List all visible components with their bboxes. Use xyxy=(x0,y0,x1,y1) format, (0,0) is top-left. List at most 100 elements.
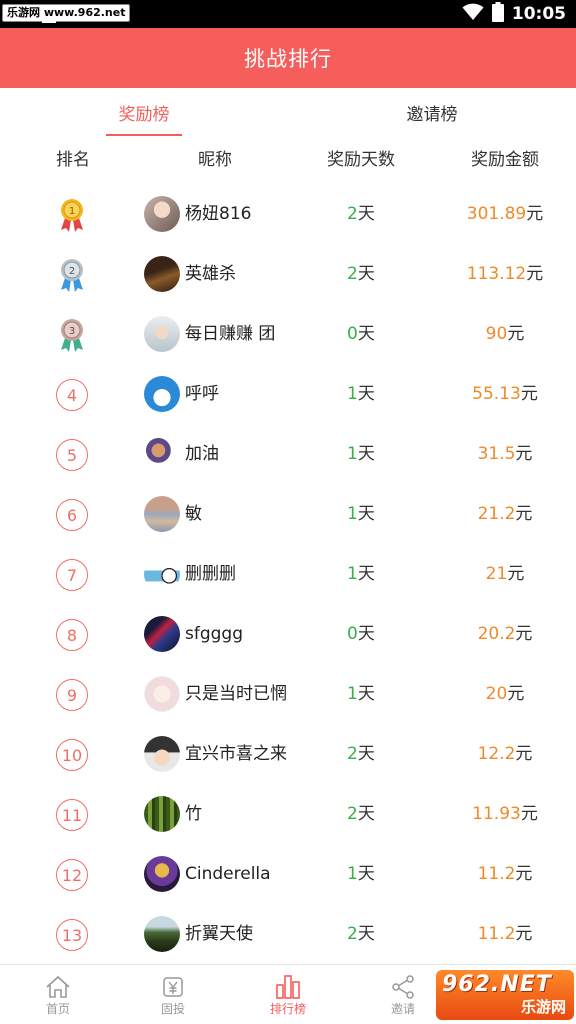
nickname: 删删删 xyxy=(185,564,236,584)
table-row[interactable]: 9 只是当时已惘 1天 20元 xyxy=(0,664,576,724)
table-header: 排名 昵称 奖励天数 奖励金额 xyxy=(0,136,576,184)
reward-amount: 11.2元 xyxy=(477,864,533,884)
nav-invite-label: 邀请 xyxy=(390,1001,415,1016)
reward-days: 2天 xyxy=(347,924,375,944)
watermark-logo: 962.NET 乐游网 xyxy=(436,970,574,1020)
reward-amount: 31.5元 xyxy=(477,444,533,464)
reward-days: 1天 xyxy=(347,564,375,584)
avatar xyxy=(144,256,180,292)
medal-rank-text: 3 xyxy=(69,326,75,337)
table-row[interactable]: 1 杨妞816 2天 301.89元 xyxy=(0,184,576,244)
status-indicator xyxy=(42,21,56,23)
table-row[interactable]: 13 折翼天使 2天 11.2元 xyxy=(0,904,576,964)
yen-icon xyxy=(161,974,185,1000)
medal-rank-text: 2 xyxy=(69,266,75,277)
nickname: 敏 xyxy=(185,504,202,524)
medal-rank-text: 1 xyxy=(69,206,75,217)
reward-amount: 113.12元 xyxy=(466,264,544,284)
avatar xyxy=(144,676,180,712)
avatar xyxy=(144,916,180,952)
reward-amount: 11.93元 xyxy=(472,804,538,824)
nickname: 杨妞816 xyxy=(185,204,252,224)
avatar xyxy=(144,856,180,892)
nav-invite[interactable]: 邀请 xyxy=(363,965,443,1024)
column-header-days: 奖励天数 xyxy=(327,150,395,170)
nickname: 折翼天使 xyxy=(185,924,253,944)
rank-badge: 13 xyxy=(52,918,92,952)
reward-amount: 301.89元 xyxy=(466,204,544,224)
page-title: 挑战排行 xyxy=(244,47,332,71)
tab-bar: 奖励榜 邀请榜 xyxy=(0,88,576,136)
nav-home-label: 首页 xyxy=(45,1001,70,1016)
rank-badge: 6 xyxy=(52,498,92,532)
nickname: 呼呼 xyxy=(185,384,219,404)
reward-days: 1天 xyxy=(347,504,375,524)
nav-ranking[interactable]: 排行榜 xyxy=(248,965,328,1024)
nickname: 加油 xyxy=(185,444,219,464)
avatar xyxy=(144,496,180,532)
avatar xyxy=(144,436,180,472)
nickname: 竹 xyxy=(185,804,202,824)
rank-badge: 11 xyxy=(52,798,92,832)
nickname: 宜兴市喜之来 xyxy=(185,744,287,764)
column-header-rank: 排名 xyxy=(56,150,90,170)
reward-amount: 12.2元 xyxy=(477,744,533,764)
table-row[interactable]: 8 sfgggg 0天 20.2元 xyxy=(0,604,576,664)
silver-medal-icon: 2 xyxy=(52,258,92,292)
avatar xyxy=(144,556,180,592)
reward-amount: 20元 xyxy=(485,684,525,704)
share-icon xyxy=(390,974,416,1000)
nav-home[interactable]: 首页 xyxy=(18,965,98,1024)
status-icons: 10:05 xyxy=(462,0,566,28)
column-header-amount: 奖励金额 xyxy=(471,150,539,170)
table-row[interactable]: 3 每日赚赚 团 0天 90元 xyxy=(0,304,576,364)
table-row[interactable]: 11 竹 2天 11.93元 xyxy=(0,784,576,844)
nickname: 只是当时已惘 xyxy=(185,684,287,704)
table-row[interactable]: 5 加油 1天 31.5元 xyxy=(0,424,576,484)
gold-medal-icon: 1 xyxy=(52,198,92,232)
home-icon xyxy=(45,974,71,1000)
rank-badge: 12 xyxy=(52,858,92,892)
reward-days: 1天 xyxy=(347,444,375,464)
nav-invest-label: 固投 xyxy=(160,1001,185,1016)
wifi-icon xyxy=(462,3,484,25)
table-row[interactable]: 6 敏 1天 21.2元 xyxy=(0,484,576,544)
reward-amount: 20.2元 xyxy=(477,624,533,644)
reward-days: 2天 xyxy=(347,204,375,224)
rank-badge: 9 xyxy=(52,678,92,712)
app-header: 挑战排行 xyxy=(0,28,576,88)
table-row[interactable]: 2 英雄杀 2天 113.12元 xyxy=(0,244,576,304)
avatar xyxy=(144,616,180,652)
reward-amount: 55.13元 xyxy=(472,384,538,404)
table-row[interactable]: 10 宜兴市喜之来 2天 12.2元 xyxy=(0,724,576,784)
avatar xyxy=(144,796,180,832)
tab-reward-ranking[interactable]: 奖励榜 xyxy=(64,88,224,136)
avatar xyxy=(144,316,180,352)
nav-ranking-label: 排行榜 xyxy=(269,1001,306,1016)
reward-amount: 11.2元 xyxy=(477,924,533,944)
rank-badge: 10 xyxy=(52,738,92,772)
table-row[interactable]: 4 呼呼 1天 55.13元 xyxy=(0,364,576,424)
reward-amount: 90元 xyxy=(485,324,525,344)
battery-icon xyxy=(491,2,504,26)
column-header-nickname: 昵称 xyxy=(198,150,232,170)
table-row[interactable]: 7 删删删 1天 21元 xyxy=(0,544,576,604)
reward-amount: 21.2元 xyxy=(477,504,533,524)
rank-badge: 8 xyxy=(52,618,92,652)
rank-badge: 7 xyxy=(52,558,92,592)
avatar xyxy=(144,736,180,772)
bar-chart-icon xyxy=(274,974,302,1000)
avatar xyxy=(144,196,180,232)
reward-days: 2天 xyxy=(347,804,375,824)
rank-badge: 5 xyxy=(52,438,92,472)
nav-invest[interactable]: 固投 xyxy=(133,965,213,1024)
nickname: 英雄杀 xyxy=(185,264,236,284)
reward-days: 1天 xyxy=(347,684,375,704)
nickname: sfgggg xyxy=(185,624,244,644)
watermark-logo-text: 962.NET xyxy=(442,972,552,997)
reward-days: 1天 xyxy=(347,384,375,404)
table-row[interactable]: 12 Cinderella 1天 11.2元 xyxy=(0,844,576,904)
reward-days: 0天 xyxy=(347,324,375,344)
status-time: 10:05 xyxy=(511,4,566,24)
tab-invite-ranking[interactable]: 邀请榜 xyxy=(352,88,512,136)
